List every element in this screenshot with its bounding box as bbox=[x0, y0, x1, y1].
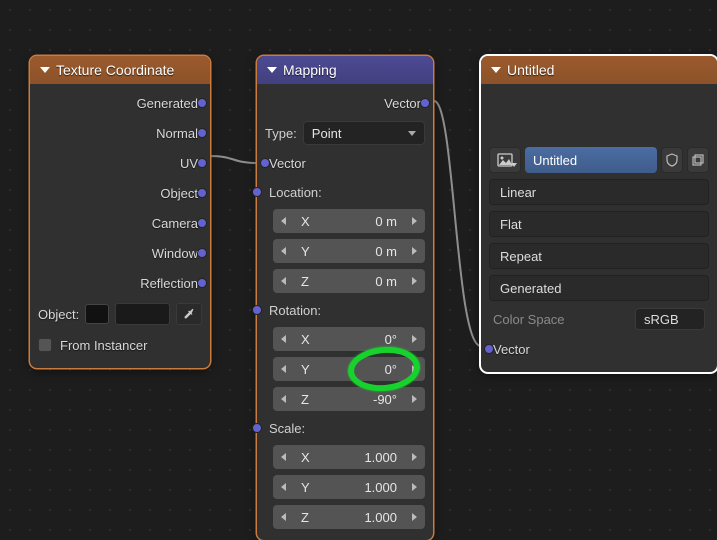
socket-object[interactable] bbox=[197, 188, 207, 198]
object-label: Object: bbox=[38, 307, 79, 322]
decrement-icon bbox=[281, 277, 286, 285]
chevron-down-icon bbox=[511, 163, 517, 167]
decrement-icon bbox=[281, 395, 286, 403]
image-texture-node[interactable]: Untitled Untitled Linear Flat Repeat Gen… bbox=[481, 56, 717, 372]
projection-dropdown[interactable]: Flat bbox=[489, 211, 709, 237]
object-eyedropper-button[interactable] bbox=[176, 303, 202, 325]
colorspace-dropdown[interactable]: sRGB bbox=[635, 308, 705, 330]
location-y[interactable]: Y0 m bbox=[273, 239, 425, 263]
increment-icon bbox=[412, 335, 417, 343]
rotation-label: Rotation: bbox=[269, 303, 321, 318]
rotation-x[interactable]: X0° bbox=[273, 327, 425, 351]
texture-coordinate-node[interactable]: Texture Coordinate Generated Normal UV O… bbox=[30, 56, 210, 368]
scale-label: Scale: bbox=[269, 421, 305, 436]
output-reflection: Reflection bbox=[140, 276, 198, 291]
collapse-icon[interactable] bbox=[267, 67, 277, 73]
increment-icon bbox=[412, 453, 417, 461]
from-instancer-checkbox[interactable] bbox=[38, 338, 52, 352]
node-header[interactable]: Untitled bbox=[481, 56, 717, 84]
location-label: Location: bbox=[269, 185, 322, 200]
scale-x[interactable]: X1.000 bbox=[273, 445, 425, 469]
socket-normal[interactable] bbox=[197, 128, 207, 138]
shield-icon bbox=[666, 153, 678, 167]
increment-icon bbox=[412, 513, 417, 521]
object-field[interactable] bbox=[115, 303, 170, 325]
decrement-icon bbox=[281, 335, 286, 343]
node-title: Mapping bbox=[283, 62, 337, 78]
decrement-icon bbox=[281, 217, 286, 225]
socket-location[interactable] bbox=[252, 187, 262, 197]
interpolation-dropdown[interactable]: Linear bbox=[489, 179, 709, 205]
socket-vector-in[interactable] bbox=[260, 158, 270, 168]
scale-y[interactable]: Y1.000 bbox=[273, 475, 425, 499]
rotation-z[interactable]: Z-90° bbox=[273, 387, 425, 411]
fake-user-button[interactable] bbox=[661, 147, 683, 173]
socket-camera[interactable] bbox=[197, 218, 207, 228]
decrement-icon bbox=[281, 483, 286, 491]
type-value: Point bbox=[312, 126, 342, 141]
increment-icon bbox=[412, 483, 417, 491]
object-swatch-icon bbox=[85, 304, 109, 324]
increment-icon bbox=[412, 395, 417, 403]
socket-reflection[interactable] bbox=[197, 278, 207, 288]
input-vector: Vector bbox=[269, 156, 306, 171]
increment-icon bbox=[412, 277, 417, 285]
output-object: Object bbox=[160, 186, 198, 201]
collapse-icon[interactable] bbox=[40, 67, 50, 73]
output-generated: Generated bbox=[137, 96, 198, 111]
location-z[interactable]: Z0 m bbox=[273, 269, 425, 293]
eyedropper-icon bbox=[182, 307, 196, 321]
duplicate-icon bbox=[692, 154, 704, 166]
socket-uv[interactable] bbox=[197, 158, 207, 168]
output-uv: UV bbox=[180, 156, 198, 171]
source-dropdown[interactable]: Generated bbox=[489, 275, 709, 301]
type-label: Type: bbox=[265, 126, 297, 141]
mapping-node[interactable]: Mapping Vector Type: Point Vector Locati… bbox=[257, 56, 433, 540]
node-title: Texture Coordinate bbox=[56, 62, 174, 78]
socket-vector-in[interactable] bbox=[484, 344, 494, 354]
node-header[interactable]: Texture Coordinate bbox=[30, 56, 210, 84]
scale-z[interactable]: Z1.000 bbox=[273, 505, 425, 529]
decrement-icon bbox=[281, 247, 286, 255]
socket-window[interactable] bbox=[197, 248, 207, 258]
decrement-icon bbox=[281, 365, 286, 373]
node-header[interactable]: Mapping bbox=[257, 56, 433, 84]
increment-icon bbox=[412, 247, 417, 255]
socket-rotation[interactable] bbox=[252, 305, 262, 315]
socket-scale[interactable] bbox=[252, 423, 262, 433]
socket-vector-out[interactable] bbox=[420, 98, 430, 108]
chevron-down-icon bbox=[408, 131, 416, 136]
output-window: Window bbox=[152, 246, 198, 261]
output-vector: Vector bbox=[384, 96, 421, 111]
node-title: Untitled bbox=[507, 62, 554, 78]
new-image-button[interactable] bbox=[687, 147, 709, 173]
image-name-field[interactable]: Untitled bbox=[525, 147, 657, 173]
colorspace-label: Color Space bbox=[493, 312, 627, 327]
increment-icon bbox=[412, 365, 417, 373]
collapse-icon[interactable] bbox=[491, 67, 501, 73]
type-dropdown[interactable]: Point bbox=[303, 121, 425, 145]
output-normal: Normal bbox=[156, 126, 198, 141]
socket-generated[interactable] bbox=[197, 98, 207, 108]
rotation-y[interactable]: Y0° bbox=[273, 357, 425, 381]
increment-icon bbox=[412, 217, 417, 225]
extension-dropdown[interactable]: Repeat bbox=[489, 243, 709, 269]
input-vector: Vector bbox=[493, 342, 530, 357]
decrement-icon bbox=[281, 453, 286, 461]
output-camera: Camera bbox=[152, 216, 198, 231]
from-instancer-label: From Instancer bbox=[60, 338, 147, 353]
image-browse-button[interactable] bbox=[489, 147, 521, 173]
location-x[interactable]: X0 m bbox=[273, 209, 425, 233]
decrement-icon bbox=[281, 513, 286, 521]
